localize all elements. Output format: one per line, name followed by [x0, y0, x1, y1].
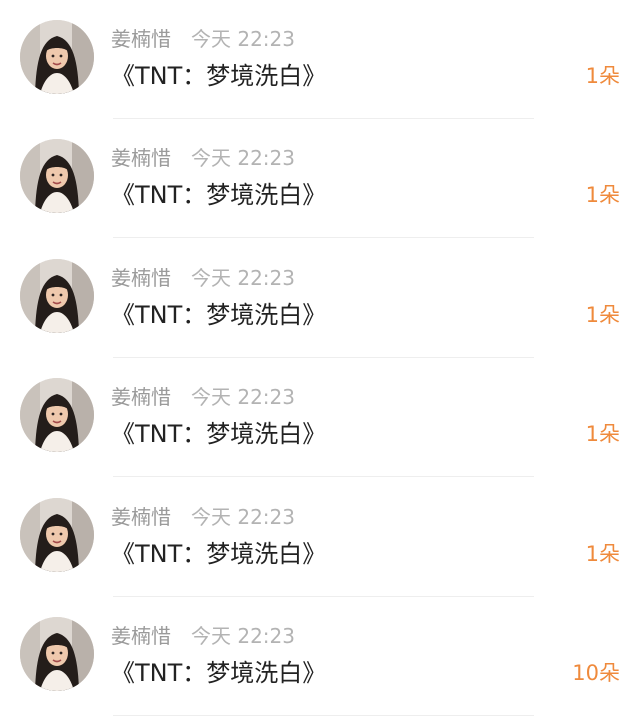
portrait-avatar-icon: [20, 259, 94, 333]
portrait-avatar-icon: [20, 498, 94, 572]
portrait-avatar-icon: [20, 20, 94, 94]
sender-name[interactable]: 姜楠惜: [111, 384, 171, 410]
list-item[interactable]: 姜楠惜 今天 22:23 《TNT：梦境洗白》 10朵: [0, 597, 640, 716]
sender-name[interactable]: 姜楠惜: [111, 265, 171, 291]
timestamp: 今天 22:23: [191, 146, 295, 170]
flower-count: 1朵: [585, 64, 620, 88]
user-avatar[interactable]: [20, 498, 94, 572]
divider: [113, 237, 534, 238]
user-avatar[interactable]: [20, 378, 94, 452]
flower-count: 10朵: [572, 661, 620, 685]
gift-title[interactable]: 《TNT：梦境洗白》: [111, 180, 326, 210]
timestamp: 今天 22:23: [191, 505, 295, 529]
flower-count: 1朵: [585, 303, 620, 327]
list-item[interactable]: 姜楠惜 今天 22:23 《TNT：梦境洗白》 1朵: [0, 478, 640, 597]
user-avatar[interactable]: [20, 20, 94, 94]
timestamp: 今天 22:23: [191, 385, 295, 409]
user-avatar[interactable]: [20, 259, 94, 333]
portrait-avatar-icon: [20, 617, 94, 691]
divider: [113, 476, 534, 477]
list-item[interactable]: 姜楠惜 今天 22:23 《TNT：梦境洗白》 1朵: [0, 0, 640, 119]
gift-record-list: 姜楠惜 今天 22:23 《TNT：梦境洗白》 1朵 姜楠惜 今天 22:23 …: [0, 0, 640, 716]
list-item[interactable]: 姜楠惜 今天 22:23 《TNT：梦境洗白》 1朵: [0, 358, 640, 477]
sender-name[interactable]: 姜楠惜: [111, 145, 171, 171]
flower-count: 1朵: [585, 422, 620, 446]
user-avatar[interactable]: [20, 617, 94, 691]
timestamp: 今天 22:23: [191, 624, 295, 648]
portrait-avatar-icon: [20, 139, 94, 213]
gift-title[interactable]: 《TNT：梦境洗白》: [111, 61, 326, 91]
sender-name[interactable]: 姜楠惜: [111, 26, 171, 52]
flower-count: 1朵: [585, 542, 620, 566]
gift-title[interactable]: 《TNT：梦境洗白》: [111, 658, 326, 688]
gift-title[interactable]: 《TNT：梦境洗白》: [111, 300, 326, 330]
flower-count: 1朵: [585, 183, 620, 207]
list-item[interactable]: 姜楠惜 今天 22:23 《TNT：梦境洗白》 1朵: [0, 239, 640, 358]
gift-title[interactable]: 《TNT：梦境洗白》: [111, 539, 326, 569]
user-avatar[interactable]: [20, 139, 94, 213]
sender-name[interactable]: 姜楠惜: [111, 504, 171, 530]
timestamp: 今天 22:23: [191, 266, 295, 290]
gift-title[interactable]: 《TNT：梦境洗白》: [111, 419, 326, 449]
list-item[interactable]: 姜楠惜 今天 22:23 《TNT：梦境洗白》 1朵: [0, 119, 640, 238]
sender-name[interactable]: 姜楠惜: [111, 623, 171, 649]
portrait-avatar-icon: [20, 378, 94, 452]
timestamp: 今天 22:23: [191, 27, 295, 51]
